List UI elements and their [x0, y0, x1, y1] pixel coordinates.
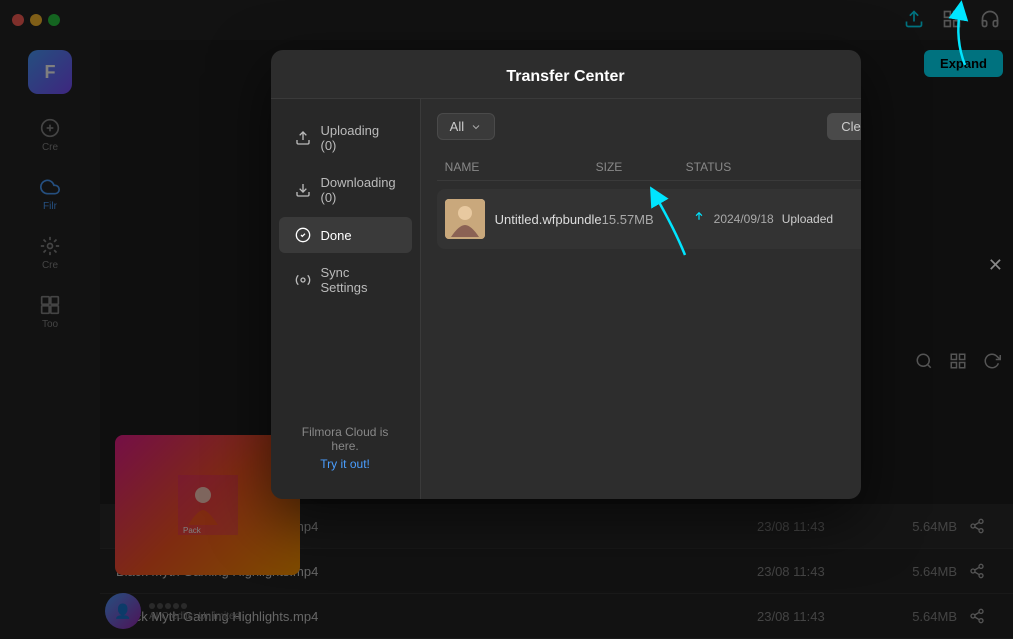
modal-body: Uploading (0) Downloading (0) Done Sync … [271, 99, 861, 499]
col-status-header: STATUS [686, 160, 861, 174]
file-entry-status: 2024/09/18 Uploaded [692, 211, 861, 228]
nav-sync-label: Sync Settings [321, 265, 396, 295]
modal-filters: All Clear All [437, 113, 861, 140]
upload-status-icon [692, 211, 706, 228]
cloud-promo: Filmora Cloud is here. Try it out! [271, 409, 420, 487]
modal-sidebar: Uploading (0) Downloading (0) Done Sync … [271, 99, 421, 499]
nav-downloading-label: Downloading (0) [321, 175, 396, 205]
panel-close-button[interactable]: ✕ [988, 255, 1003, 276]
modal-main-content: All Clear All NAME SIZE STATUS [421, 99, 861, 499]
table-header: NAME SIZE STATUS [437, 154, 861, 181]
file-entry: Untitled.wfpbundle 15.57MB 2024/09/18 Up… [437, 189, 861, 249]
file-entry-size: 15.57MB [602, 212, 692, 227]
filter-selected: All [450, 119, 464, 134]
nav-done[interactable]: Done [279, 217, 412, 253]
promo-link[interactable]: Try it out! [287, 457, 404, 471]
nav-downloading[interactable]: Downloading (0) [279, 165, 412, 215]
file-entry-name: Untitled.wfpbundle [495, 212, 602, 227]
clear-all-button[interactable]: Clear All [827, 113, 860, 140]
promo-text: Filmora Cloud is here. [302, 425, 389, 453]
nav-done-label: Done [321, 228, 352, 243]
transfer-center-modal: Transfer Center Uploading (0) Downloadin… [271, 50, 861, 499]
file-status-badge: Uploaded [782, 212, 833, 226]
modal-title: Transfer Center [271, 50, 861, 99]
col-size-header: SIZE [596, 160, 686, 174]
file-thumbnail [445, 199, 485, 239]
nav-sync-settings[interactable]: Sync Settings [279, 255, 412, 305]
filter-dropdown[interactable]: All [437, 113, 495, 140]
col-name-header: NAME [445, 160, 596, 174]
nav-uploading[interactable]: Uploading (0) [279, 113, 412, 163]
nav-uploading-label: Uploading (0) [321, 123, 396, 153]
file-status-date: 2024/09/18 [714, 212, 774, 226]
